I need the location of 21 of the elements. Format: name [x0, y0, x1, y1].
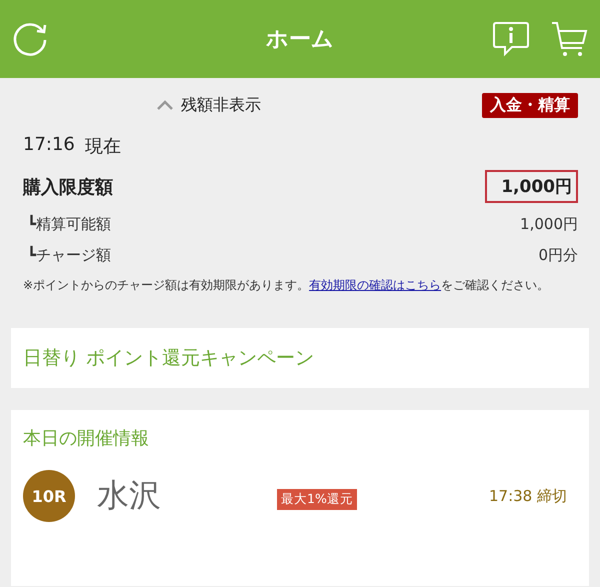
hide-balance-toggle[interactable]: 残額非表示 — [181, 94, 261, 116]
info-icon[interactable] — [492, 21, 530, 57]
amount-value: 0円分 — [538, 246, 578, 265]
amount-value: 1,000円 — [520, 215, 578, 234]
cart-icon[interactable] — [550, 20, 588, 58]
amount-label: ┗チャージ額 — [27, 246, 112, 265]
deadline-time: 17:38 締切 — [489, 486, 567, 506]
current-time: 17:16 — [23, 134, 75, 157]
section-title: 本日の開催情報 — [23, 427, 150, 450]
page-title: ホーム — [266, 26, 334, 54]
deposit-settle-button[interactable]: 入金・精算 — [482, 92, 578, 118]
expiry-note: ※ポイントからのチャージ額は有効期限があります。有効期限の確認はこちら をご確認ください。 — [23, 277, 550, 294]
chevron-up-icon[interactable] — [157, 100, 173, 110]
purchase-limit-value: 1,000円 — [485, 170, 578, 203]
amount-label: ┗精算可能額 — [27, 215, 112, 234]
venue-name[interactable]: 水沢 — [97, 474, 161, 518]
expiry-link[interactable]: 有効期限の確認はこちら — [309, 278, 442, 292]
cashback-tag: 最大1%還元 — [277, 488, 357, 510]
race-number-badge: 10R — [23, 470, 75, 522]
current-label: 現在 — [84, 135, 121, 158]
purchase-limit-label: 購入限度額 — [23, 176, 113, 198]
